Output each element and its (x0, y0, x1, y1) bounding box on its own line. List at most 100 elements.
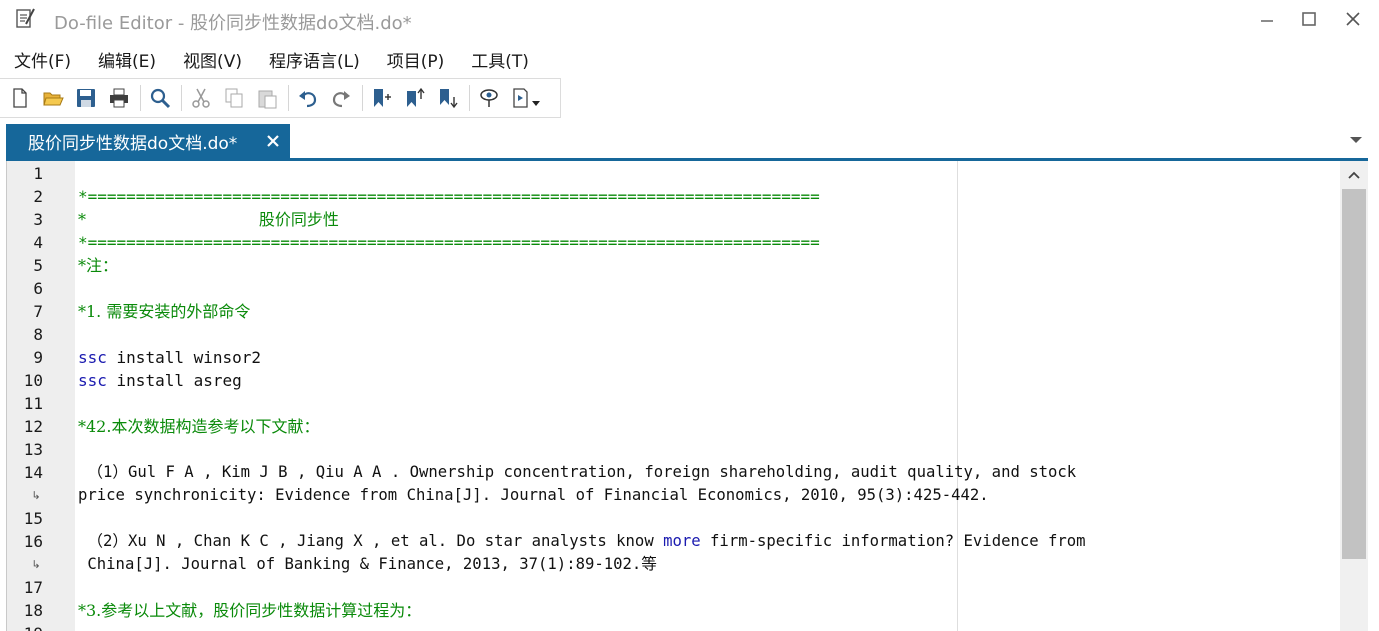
bookmark-add-icon (374, 89, 391, 107)
line-number: 8 (33, 325, 43, 344)
copy-button[interactable] (220, 84, 248, 112)
code-line: ssc install asreg (78, 369, 1338, 392)
save-icon (77, 89, 95, 107)
toolbar-separator (469, 85, 470, 111)
preview-icon (480, 89, 498, 107)
app-doc-icon (14, 7, 36, 31)
line-number: 13 (23, 440, 43, 459)
code-text: install asreg (106, 371, 242, 390)
menu-bar: 文件(F) 编辑(E) 视图(V) 程序语言(L) 项目(P) 工具(T) (0, 42, 1379, 76)
menu-tools[interactable]: 工具(T) (471, 47, 529, 72)
line-number: 11 (23, 394, 43, 413)
open-folder-icon (43, 92, 64, 106)
bookmark-add-button[interactable] (368, 84, 396, 112)
maximize-button[interactable] (1292, 4, 1326, 34)
bookmark-next-icon (440, 89, 458, 109)
undo-button[interactable] (294, 84, 322, 112)
close-icon (267, 135, 279, 147)
line-number: 4 (33, 233, 43, 252)
line-number: 1 (33, 164, 43, 183)
bookmark-next-button[interactable] (434, 84, 462, 112)
cut-icon (192, 88, 210, 108)
code-text: firm-specific information? Evidence from (700, 532, 1086, 550)
toolbar-separator (181, 85, 182, 111)
line-number: 17 (23, 578, 43, 597)
save-button[interactable] (72, 84, 100, 112)
code-line: ssc install winsor2 (78, 346, 1338, 369)
code-editor[interactable]: 1 2 3 4 5 6 7 8 9 10 11 12 13 14 ↳ 15 16… (6, 161, 1368, 631)
line-number: 18 (23, 601, 43, 620)
toolbar (0, 78, 561, 118)
line-number: 16 (23, 532, 43, 551)
code-line: （2）Xu N , Chan K C , Jiang X , et al. Do… (78, 530, 1338, 553)
title-bar: Do-file Editor - 股价同步性数据do文档.do* (0, 0, 1379, 40)
tab-label: 股价同步性数据do文档.do* (28, 133, 238, 154)
execute-icon (513, 88, 540, 108)
preview-button[interactable] (475, 84, 503, 112)
execute-button[interactable] (508, 84, 546, 112)
wrap-arrow-icon: ↳ (31, 489, 41, 502)
scrollbar-thumb[interactable] (1342, 189, 1366, 559)
line-number: 19 (7, 622, 43, 631)
print-icon (110, 88, 128, 108)
menu-edit[interactable]: 编辑(E) (98, 47, 156, 72)
menu-view[interactable]: 视图(V) (183, 47, 242, 72)
print-button[interactable] (105, 84, 133, 112)
code-line: *=======================================… (78, 233, 820, 252)
find-button[interactable] (146, 84, 174, 112)
code-line: * 股价同步性 (78, 210, 339, 229)
code-line-wrapped: price synchronicity: Evidence from China… (78, 486, 989, 504)
code-line: *=======================================… (78, 187, 820, 206)
code-text: install winsor2 (106, 348, 262, 367)
paste-button[interactable] (253, 84, 281, 112)
maximize-icon (1302, 12, 1316, 26)
menu-project[interactable]: 项目(P) (387, 47, 445, 72)
toolbar-separator (288, 85, 289, 111)
code-line: *42.本次数据构造参考以下文献： (78, 417, 320, 436)
cut-button[interactable] (187, 84, 215, 112)
tab-close-button[interactable] (262, 130, 284, 152)
new-file-button[interactable] (6, 84, 34, 112)
line-number: 6 (33, 279, 43, 298)
line-number: 2 (33, 187, 43, 206)
line-number: 10 (23, 371, 43, 390)
line-number: 14 (23, 463, 43, 482)
toolbar-separator (362, 85, 363, 111)
paste-icon (258, 90, 277, 109)
code-text: （2）Xu N , Chan K C , Jiang X , et al. Do… (78, 532, 664, 550)
close-window-button[interactable] (1336, 4, 1370, 34)
menu-language[interactable]: 程序语言(L) (269, 47, 360, 72)
code-line-wrapped: China[J]. Journal of Banking & Finance, … (78, 555, 657, 573)
redo-button[interactable] (327, 84, 355, 112)
minimize-icon (1261, 20, 1273, 22)
vertical-scrollbar[interactable] (1340, 161, 1368, 631)
code-line: （1）Gul F A , Kim J B , Qiu A A . Ownersh… (78, 463, 1077, 481)
tab-list-button[interactable] (1346, 132, 1366, 148)
redo-icon (332, 91, 350, 108)
code-line: *1. 需要安装的外部命令 (78, 302, 251, 321)
toolbar-separator (140, 85, 141, 111)
open-button[interactable] (39, 84, 67, 112)
copy-icon (225, 88, 243, 108)
line-number: 15 (23, 509, 43, 528)
undo-icon (299, 91, 317, 108)
wrap-arrow-icon: ↳ (31, 558, 41, 571)
scroll-up-button[interactable] (1340, 161, 1368, 189)
minimize-button[interactable] (1250, 4, 1284, 34)
code-line: *3.参考以上文献，股价同步性数据计算过程为： (78, 601, 422, 620)
window-edge (1368, 0, 1379, 631)
tab-strip: 股价同步性数据do文档.do* (0, 118, 1379, 160)
new-file-icon (13, 88, 27, 108)
tab-do-file[interactable]: 股价同步性数据do文档.do* (6, 124, 290, 158)
menu-file[interactable]: 文件(F) (14, 47, 71, 72)
line-number: 12 (23, 417, 43, 436)
chevron-up-icon (1348, 171, 1360, 179)
bookmark-prev-button[interactable] (401, 84, 429, 112)
